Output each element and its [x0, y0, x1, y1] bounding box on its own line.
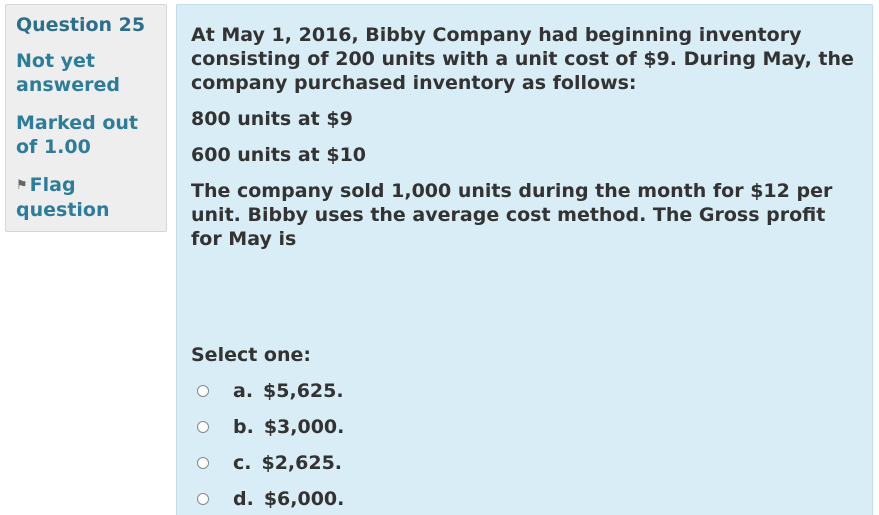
question-number: Question 25: [16, 14, 146, 36]
question-paragraph: 800 units at $9: [191, 108, 353, 130]
answer-option-c[interactable]: c. $2,625.: [191, 445, 344, 481]
answer-label-b[interactable]: b. $3,000.: [233, 415, 344, 439]
question-content: At May 1, 2016, Bibby Company had beginn…: [176, 4, 873, 515]
flag-question-label: Flag question: [16, 174, 110, 221]
quiz-page: Question 25 Not yet answered Marked out …: [0, 0, 879, 515]
select-prompt: Select one:: [191, 344, 311, 366]
question-state: Not yet answered: [16, 50, 120, 96]
question-grade: Marked out of 1.00: [16, 112, 138, 158]
question-paragraph: At May 1, 2016, Bibby Company had beginn…: [191, 24, 854, 94]
flag-question-link[interactable]: ⚑ Flag question: [16, 173, 156, 222]
answer-radio-a[interactable]: [197, 385, 209, 397]
flag-icon: ⚑: [16, 178, 28, 193]
question-text: At May 1, 2016, Bibby Company had beginn…: [191, 23, 858, 251]
answer-option-b[interactable]: b. $3,000.: [191, 409, 344, 445]
answer-label-d[interactable]: d. $6,000.: [233, 487, 344, 511]
answer-option-d[interactable]: d. $6,000.: [191, 481, 344, 515]
answer-radio-d[interactable]: [197, 493, 209, 505]
answer-radio-c[interactable]: [197, 457, 209, 469]
answer-option-a[interactable]: a. $5,625.: [191, 373, 344, 409]
question-paragraph: The company sold 1,000 units during the …: [191, 180, 833, 250]
question-info-panel: Question 25 Not yet answered Marked out …: [5, 4, 167, 232]
answer-radio-b[interactable]: [197, 421, 209, 433]
answer-block: Select one: a. $5,625. b. $3,000. c. $2,625…: [191, 343, 344, 515]
answer-label-c[interactable]: c. $2,625.: [233, 451, 342, 475]
question-paragraph: 600 units at $10: [191, 144, 367, 166]
answer-label-a[interactable]: a. $5,625.: [233, 379, 344, 403]
